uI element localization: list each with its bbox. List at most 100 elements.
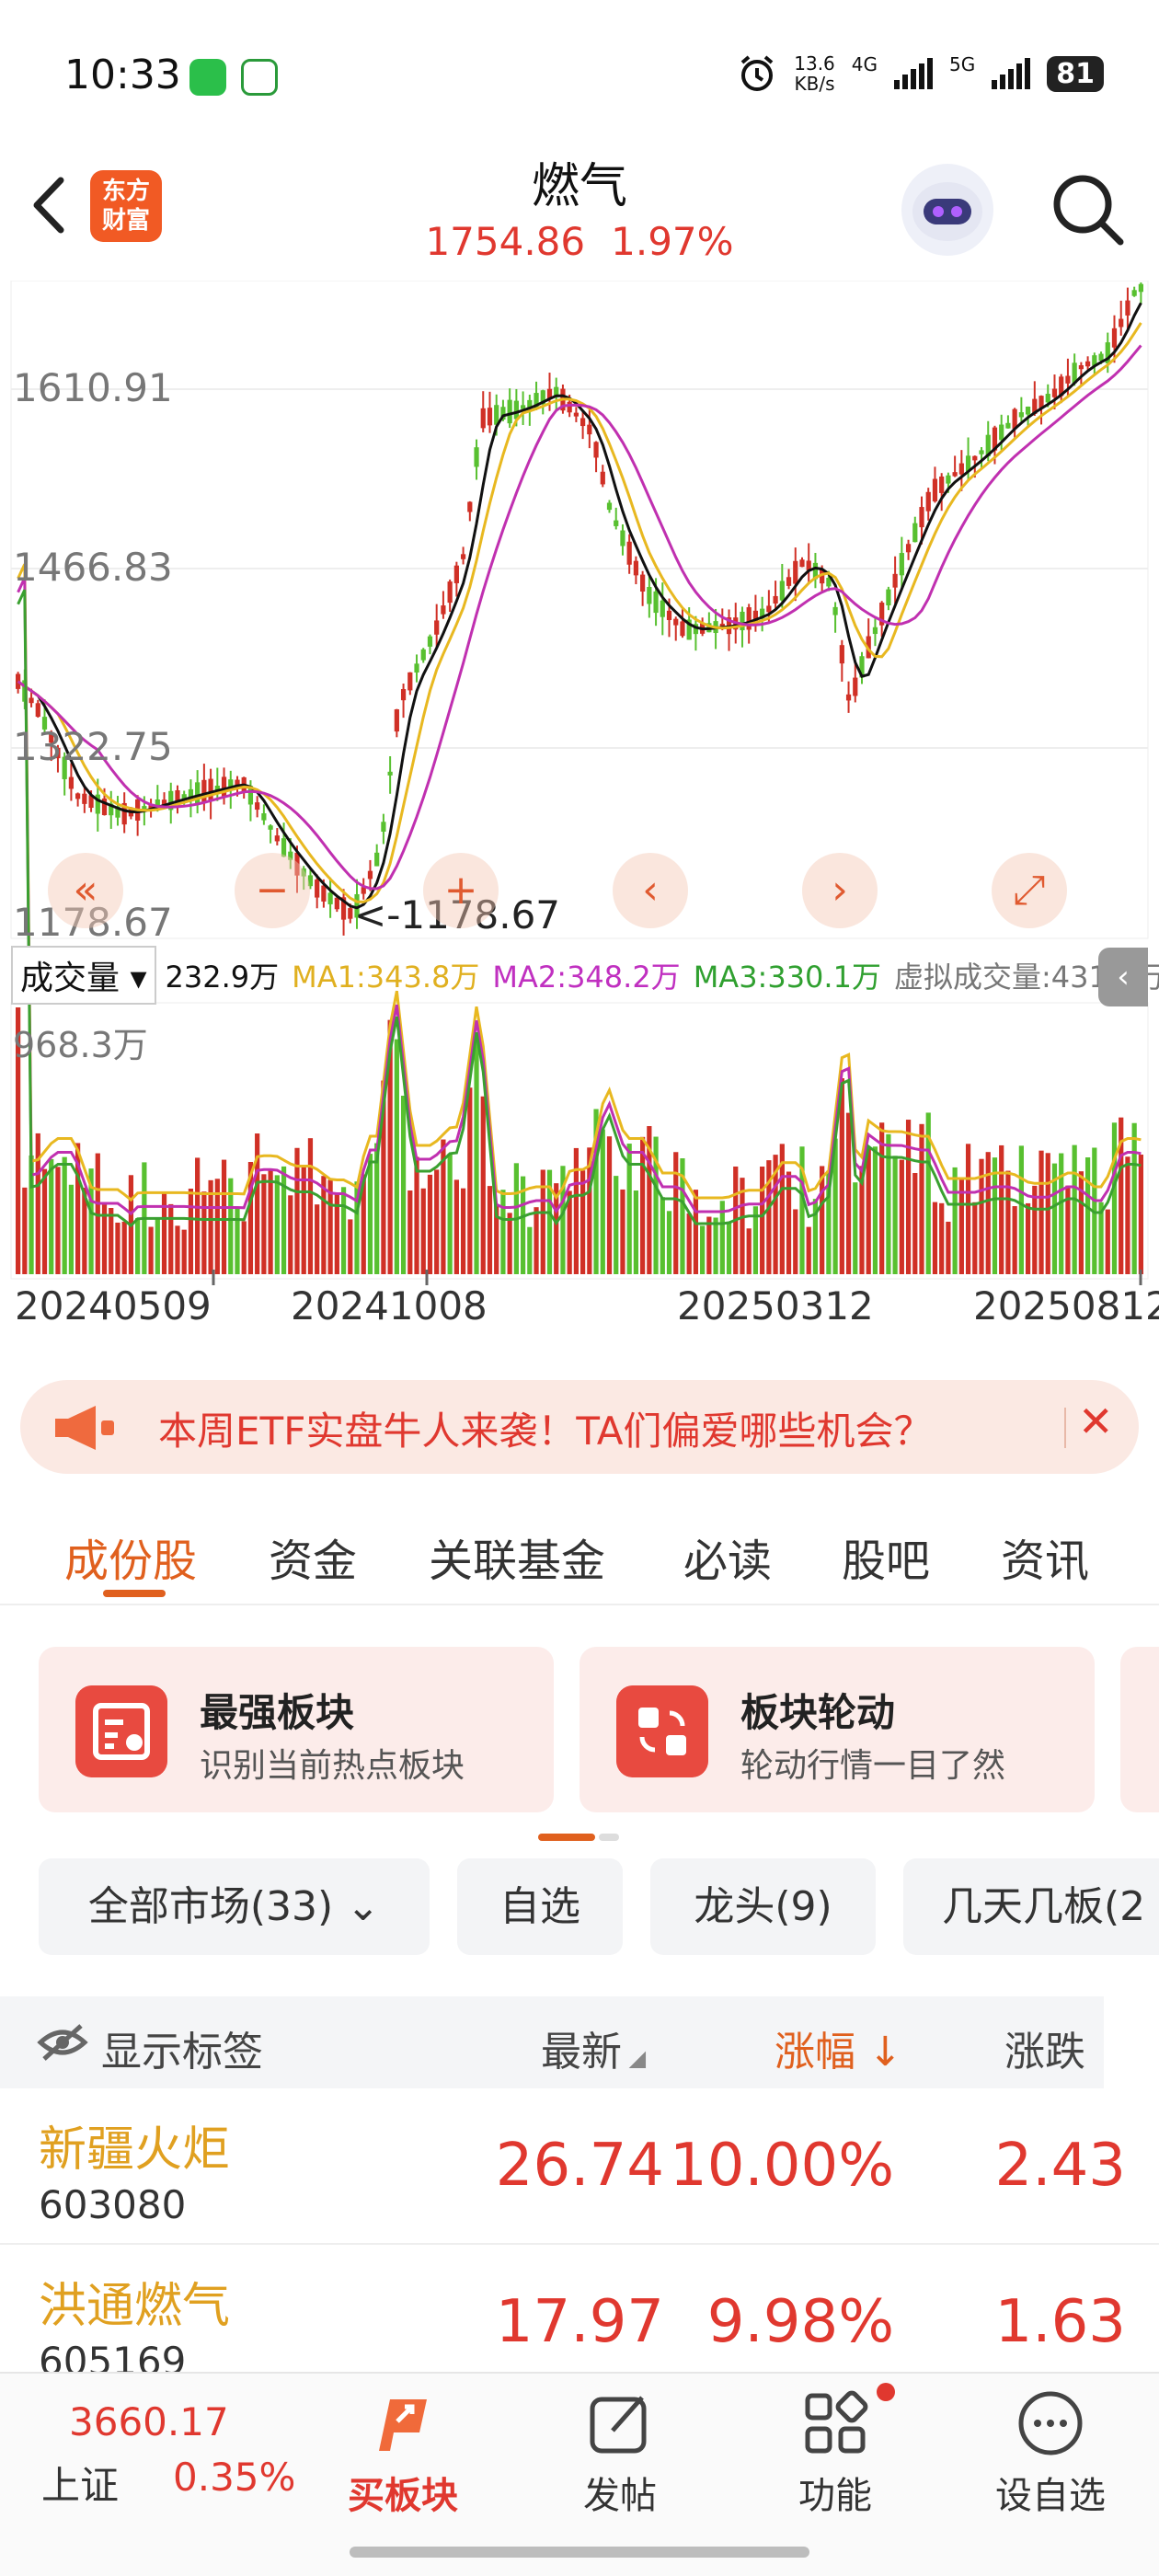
volume-bar [1084, 1157, 1091, 1274]
tab-must-read[interactable]: 必读 [683, 1524, 772, 1589]
tab-forum[interactable]: 股吧 [842, 1524, 930, 1589]
y-axis-label: 1610.91 [13, 365, 173, 410]
volume-bar [673, 1152, 679, 1274]
scroll-right-button[interactable]: › [802, 853, 878, 928]
tab-funds-flow[interactable]: 资金 [269, 1524, 357, 1589]
zoom-in-button[interactable]: + [423, 853, 499, 928]
index-value: 3660.17 [69, 2399, 229, 2444]
candle-body [660, 600, 665, 617]
candle-body [653, 591, 659, 614]
date-label: 20250312 [677, 1283, 874, 1328]
volume-bar [746, 1228, 752, 1274]
nav-label: 功能 [798, 2475, 872, 2517]
volume-bar [121, 1221, 127, 1274]
volume-bar [301, 1166, 306, 1274]
rotation-icon [616, 1685, 708, 1777]
volume-bar [686, 1213, 692, 1274]
first-page-button[interactable]: « [48, 853, 123, 928]
table-row[interactable]: 新疆火炬 603080 26.74 10.00% 2.43 [0, 2090, 1159, 2245]
filter-limit-up-streak[interactable]: 几天几板(2 [903, 1858, 1159, 1955]
show-tags-toggle[interactable]: 显示标签 [101, 2018, 263, 2077]
close-icon[interactable]: ✕ [1078, 1397, 1114, 1446]
status-bar: 10:33 13.6 KB/s 4G 5G 81 [0, 0, 1159, 156]
volume-bar [261, 1174, 267, 1274]
sector-rotation-card[interactable]: 板块轮动 轮动行情一目了然 [580, 1647, 1095, 1812]
candle-body [606, 502, 613, 511]
volume-bar [195, 1157, 201, 1274]
candle-body [513, 400, 519, 420]
volume-bar [932, 1202, 938, 1274]
nav-buy-sector[interactable]: 买板块 [329, 2374, 476, 2539]
volume-bar [500, 1190, 506, 1274]
scroll-left-button[interactable]: ‹ [613, 853, 688, 928]
candle-body [773, 595, 778, 604]
volume-bar [786, 1171, 792, 1274]
column-change[interactable]: 涨跌 [1004, 2018, 1085, 2077]
wechat-icon [189, 59, 226, 96]
nav-add-watchlist[interactable]: 设自选 [977, 2374, 1124, 2539]
candle-body [600, 471, 605, 485]
volume-bar [175, 1225, 180, 1274]
date-label: 20241008 [291, 1283, 488, 1328]
nav-post[interactable]: 发帖 [546, 2374, 694, 2539]
eye-off-icon[interactable] [37, 2022, 88, 2063]
volume-bar [434, 1169, 440, 1274]
volume-bar [793, 1209, 798, 1274]
tab-news[interactable]: 资讯 [1001, 1524, 1089, 1589]
tab-related-funds[interactable]: 关联基金 [429, 1524, 605, 1589]
candle-body [321, 885, 327, 902]
volume-bar [706, 1216, 712, 1274]
volume-bar [467, 1087, 473, 1274]
volume-bar [1032, 1185, 1038, 1274]
fullscreen-button[interactable]: ⤢ [992, 853, 1067, 928]
zoom-out-button[interactable]: − [235, 853, 310, 928]
filter-leaders[interactable]: 龙头(9) [650, 1858, 876, 1955]
candle-body [35, 703, 40, 718]
volume-bar [414, 1156, 419, 1274]
search-icon[interactable] [1049, 170, 1126, 247]
robot-assistant-icon[interactable] [901, 164, 993, 256]
candle-body [374, 852, 380, 867]
tab-constituents[interactable]: 成份股 [64, 1524, 197, 1589]
banner-text: 本周ETF实盘牛人来袭！TA们偏爱哪些机会？ [158, 1409, 933, 1454]
column-change-pct[interactable]: 涨幅 ↓ [775, 2018, 902, 2077]
candle-body [367, 870, 373, 880]
kline-chart[interactable]: 1610.91 1466.83 1322.75 1178.67 <-1178.6… [0, 281, 1159, 1357]
candle-body [892, 573, 898, 588]
volume-bar [952, 1167, 958, 1274]
strongest-sector-card[interactable]: 最强板块 识别当前热点板块 [39, 1647, 554, 1812]
collapse-indicator-icon[interactable]: ‹ [1098, 948, 1148, 1006]
volume-bar [534, 1207, 539, 1274]
kline-svg[interactable] [0, 281, 1159, 1357]
column-latest[interactable]: 最新 ◢ [541, 2018, 646, 2077]
candle-body [919, 507, 924, 528]
volume-bar [241, 1221, 247, 1274]
volume-bar [992, 1157, 998, 1274]
volume-bar [620, 1189, 625, 1274]
volume-bar [1018, 1145, 1024, 1274]
volume-bar [1059, 1153, 1064, 1274]
volume-bar [946, 1221, 951, 1274]
filter-all-markets[interactable]: 全部市场(33) ⌄ [39, 1858, 430, 1955]
volume-bar [1131, 1122, 1137, 1274]
volume-bar [726, 1221, 732, 1274]
candle-body [1098, 353, 1104, 362]
volume-bar [235, 1206, 240, 1274]
candle-body [832, 606, 838, 615]
volume-bar [1039, 1150, 1044, 1274]
candle-body [195, 782, 201, 805]
candle-body [839, 645, 844, 664]
volume-panel [10, 1002, 1149, 1280]
promo-banner[interactable]: 本周ETF实盘牛人来袭！TA们偏爱哪些机会？ ✕ [20, 1380, 1139, 1474]
index-ticker[interactable]: 3660.17 上证 0.35% [0, 2374, 313, 2539]
home-indicator [350, 2547, 809, 2558]
candle-body [779, 581, 785, 601]
candle-body [453, 565, 459, 583]
candle-body [1065, 375, 1071, 384]
indicator-selector[interactable]: 成交量 ▾ [11, 946, 156, 1005]
candle-body [467, 501, 473, 512]
next-card-peek[interactable] [1120, 1647, 1159, 1812]
filter-watchlist[interactable]: 自选 [457, 1858, 623, 1955]
volume-bar [573, 1147, 579, 1274]
stock-change-pct: 10.00% [669, 2132, 894, 2200]
